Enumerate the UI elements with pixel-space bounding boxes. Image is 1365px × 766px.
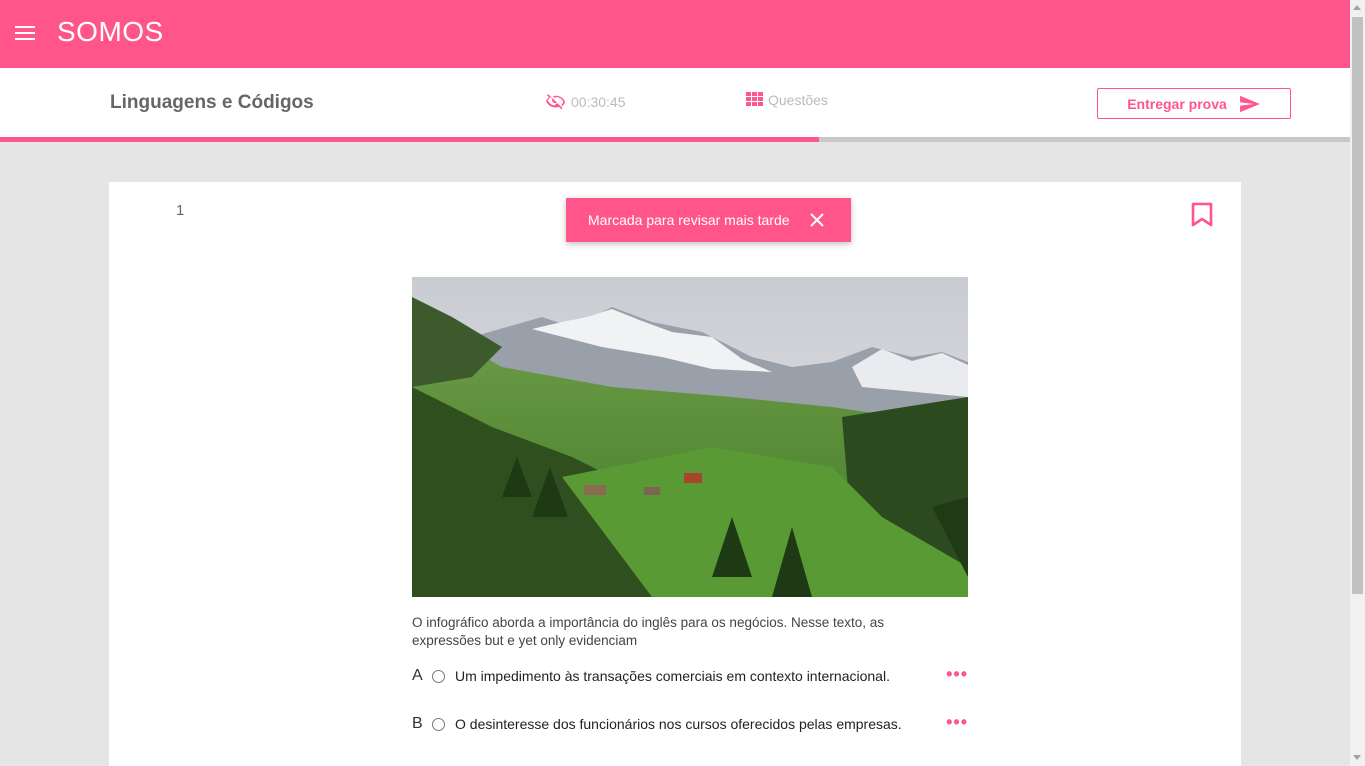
more-options-icon[interactable]: •••	[946, 665, 968, 683]
page-scrollbar[interactable]	[1350, 0, 1365, 766]
question-card: 1 Marcada para revisar mais tarde O info…	[109, 182, 1241, 766]
more-options-icon[interactable]: •••	[946, 713, 968, 731]
scrollbar-thumb[interactable]	[1352, 17, 1363, 594]
question-stem: O infográfico aborda a importância do in…	[412, 615, 885, 648]
option-text: Um impedimento às transações comerciais …	[455, 668, 890, 684]
app-bar: SOMOS	[0, 0, 1350, 68]
subject-title: Linguagens e Códigos	[110, 92, 314, 113]
scroll-down-icon[interactable]	[1353, 755, 1361, 760]
eye-off-icon	[546, 94, 566, 110]
deliver-label: Entregar prova	[1127, 95, 1227, 112]
questions-label: Questões	[768, 92, 828, 108]
option-text: O desinteresse dos funcionários nos curs…	[455, 716, 902, 732]
option-letter: B	[412, 715, 423, 732]
menu-icon[interactable]	[15, 26, 35, 42]
question-number: 1	[176, 202, 185, 219]
exam-progress-bar	[0, 137, 1350, 142]
toast-message: Marcada para revisar mais tarde	[588, 212, 790, 228]
close-icon[interactable]	[809, 212, 825, 228]
bookmark-icon[interactable]	[1191, 202, 1213, 228]
question-image	[412, 277, 968, 597]
option-a-radio[interactable]	[432, 669, 445, 683]
brand-title: SOMOS	[57, 16, 164, 47]
scroll-up-icon[interactable]	[1353, 5, 1361, 10]
option-b[interactable]: B O desinteresse dos funcionários nos cu…	[412, 712, 968, 736]
deliver-exam-button[interactable]: Entregar prova	[1097, 88, 1291, 119]
exam-progress-fill	[0, 137, 820, 142]
timer-value: 00:30:45	[571, 94, 626, 110]
option-letter: A	[412, 667, 423, 684]
exam-header: Linguagens e Códigos 00:30:45 Questões E…	[0, 68, 1350, 138]
timer-toggle[interactable]: 00:30:45	[545, 92, 626, 112]
option-a[interactable]: A Um impedimento às transações comerciai…	[412, 664, 968, 688]
questions-button[interactable]: Questões	[746, 92, 828, 108]
review-toast: Marcada para revisar mais tarde	[566, 198, 851, 242]
send-icon	[1239, 95, 1260, 112]
grid-icon	[746, 92, 763, 106]
option-b-radio[interactable]	[432, 717, 445, 731]
